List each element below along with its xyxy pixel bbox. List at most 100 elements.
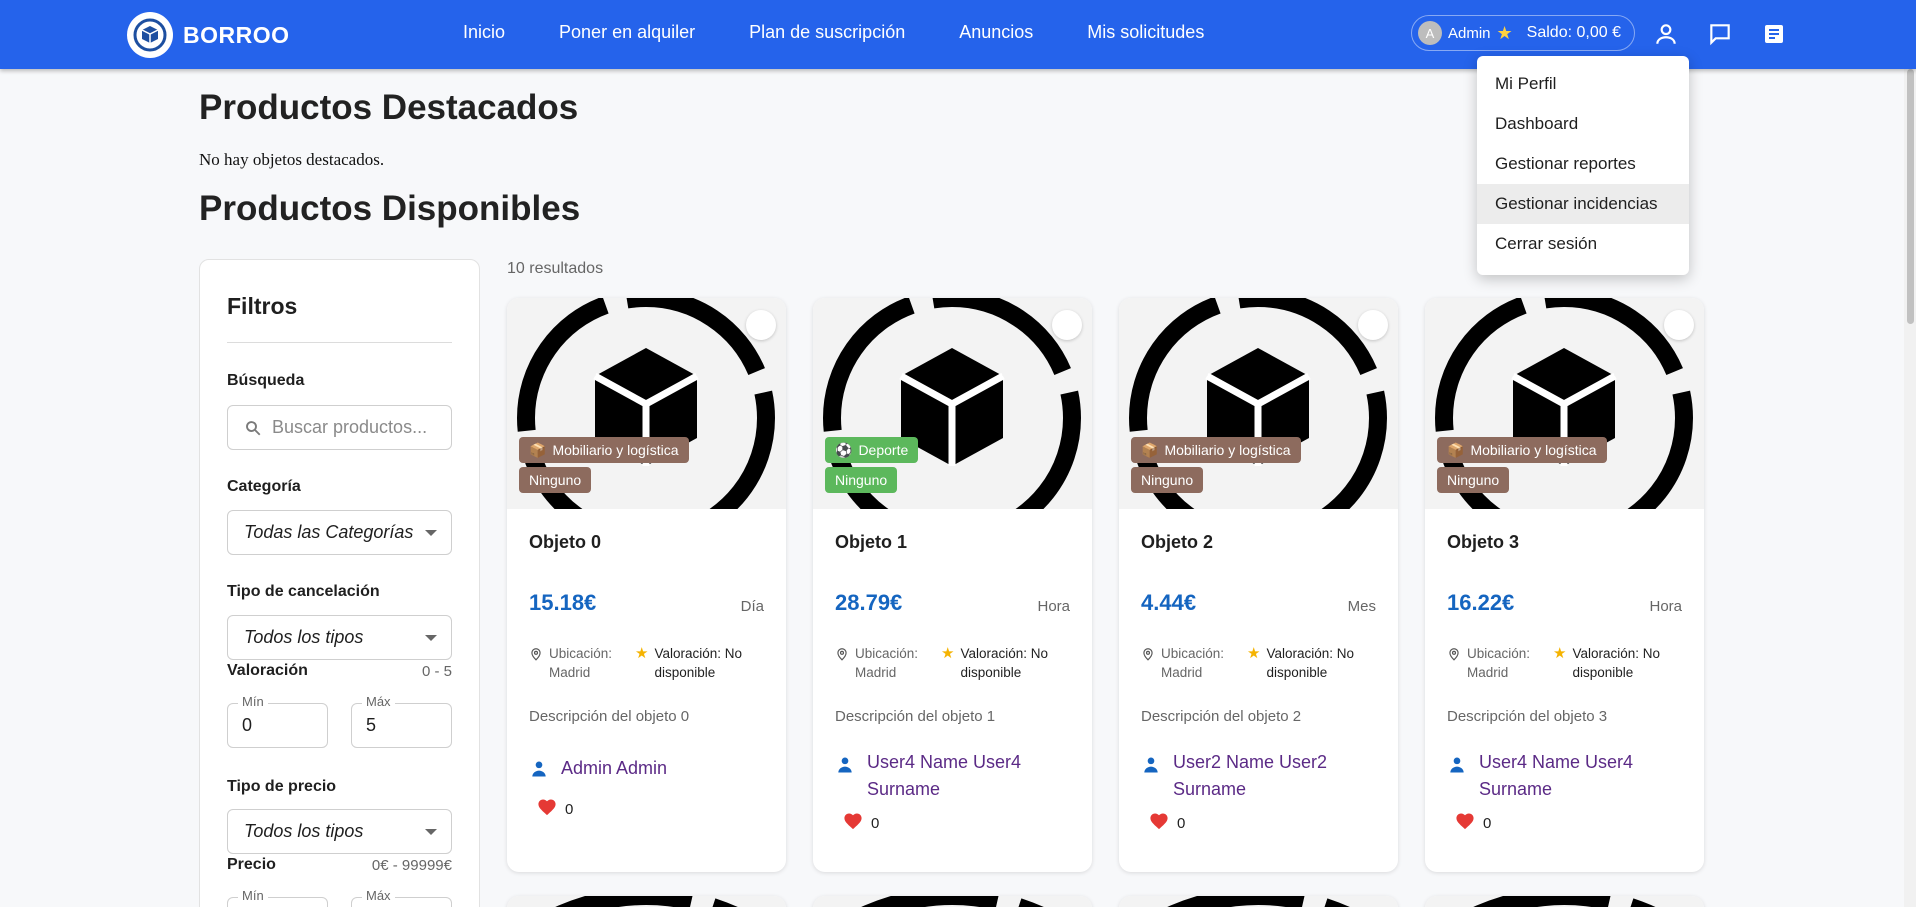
price-unit: Hora	[1649, 598, 1682, 615]
product-rating: ★ Valoración: No disponible	[635, 644, 742, 682]
menu-item-mi-perfil[interactable]: Mi Perfil	[1477, 64, 1689, 104]
user-name: Admin	[1448, 24, 1491, 42]
like-button[interactable]: 0	[1149, 812, 1185, 834]
product-title[interactable]: Objeto 3	[1447, 532, 1519, 553]
nav-link-plan-de-suscripcion[interactable]: Plan de suscripción	[749, 22, 905, 43]
profile-icon[interactable]	[1652, 20, 1680, 48]
category-select-value: Todas las Categorías	[244, 522, 414, 542]
owner-link[interactable]: Admin Admin	[529, 755, 761, 782]
product-image[interactable]: 📦 Mobiliario y logística Ninguno	[507, 298, 786, 509]
rating-value: disponible	[960, 665, 1022, 680]
menu-item-gestionar-incidencias[interactable]: Gestionar incidencias	[1477, 184, 1689, 224]
owner-link[interactable]: User2 Name User2 Surname	[1141, 749, 1373, 803]
main-nav: Inicio Poner en alquiler Plan de suscrip…	[463, 22, 1204, 43]
price-min-label: Mín	[238, 888, 268, 903]
product-card-next-row[interactable]	[1425, 896, 1704, 907]
rating-min-label: Mín	[238, 694, 268, 709]
product-title[interactable]: Objeto 0	[529, 532, 601, 553]
price-label: Precio	[227, 856, 276, 873]
price-min-input[interactable]: Mín	[227, 888, 328, 907]
star-icon: ★	[1247, 645, 1261, 662]
favorite-heart-icon[interactable]	[746, 310, 776, 340]
category-select[interactable]: Todas las Categorías	[227, 510, 452, 555]
product-rating: ★ Valoración: No disponible	[941, 644, 1048, 682]
like-button[interactable]: 0	[537, 798, 573, 820]
location-label: Ubicación:	[1467, 646, 1531, 661]
tag-chip: Ninguno	[1131, 467, 1204, 493]
rating-range: 0 - 5	[421, 663, 452, 680]
product-rating: ★ Valoración: No disponible	[1553, 644, 1660, 682]
product-card[interactable]: 📦 Mobiliario y logística Ninguno Objeto …	[1425, 298, 1704, 872]
menu-item-dashboard[interactable]: Dashboard	[1477, 104, 1689, 144]
product-location: Ubicación: Madrid	[529, 644, 612, 682]
product-location: Ubicación: Madrid	[1141, 644, 1224, 682]
page-scrollbar[interactable]	[1904, 69, 1916, 907]
owner-link[interactable]: User4 Name User4 Surname	[835, 749, 1067, 803]
product-card-next-row[interactable]	[813, 896, 1092, 907]
nav-link-poner-en-alquiler[interactable]: Poner en alquiler	[559, 22, 695, 43]
price-type-select[interactable]: Todos los tipos	[227, 809, 452, 854]
rating-value: disponible	[654, 665, 716, 680]
menu-item-cerrar-sesion[interactable]: Cerrar sesión	[1477, 224, 1689, 264]
price-max-input[interactable]: Máx	[351, 888, 452, 907]
favorite-heart-icon[interactable]	[1664, 310, 1694, 340]
filters-divider	[227, 342, 452, 343]
favorite-heart-icon[interactable]	[1358, 310, 1388, 340]
rating-value: disponible	[1266, 665, 1328, 680]
rating-max-input[interactable]: Máx 5	[351, 694, 452, 748]
owner-link[interactable]: User4 Name User4 Surname	[1447, 749, 1679, 803]
product-image[interactable]: 📦 Mobiliario y logística Ninguno	[1425, 298, 1704, 509]
owner-name-line1: User2 Name User2	[1173, 752, 1328, 772]
like-button[interactable]: 0	[843, 812, 879, 834]
nav-link-mis-solicitudes[interactable]: Mis solicitudes	[1087, 22, 1204, 43]
product-description: Descripción del objeto 1	[835, 708, 996, 725]
like-count: 0	[871, 814, 880, 832]
product-title[interactable]: Objeto 2	[1141, 532, 1213, 553]
product-card[interactable]: 📦 Mobiliario y logística Ninguno Objeto …	[507, 298, 786, 872]
search-input[interactable]: Buscar productos...	[227, 405, 452, 450]
star-icon: ★	[1553, 645, 1567, 662]
notes-icon[interactable]	[1760, 20, 1788, 48]
product-card[interactable]: ⚽ Deporte Ninguno Objeto 1 28.79€ Hora U…	[813, 298, 1092, 872]
user-menu-toggle[interactable]: A Admin ★ Saldo: 0,00 €	[1411, 15, 1635, 51]
scrollbar-thumb[interactable]	[1907, 69, 1914, 324]
like-button[interactable]: 0	[1455, 812, 1491, 834]
nav-link-anuncios[interactable]: Anuncios	[959, 22, 1033, 43]
owner-name-line1: User4 Name User4	[1479, 752, 1634, 772]
tag-chip: Ninguno	[519, 467, 592, 493]
location-pin-icon	[1143, 648, 1153, 661]
product-card-next-row[interactable]	[507, 896, 786, 907]
cancellation-select[interactable]: Todos los tipos	[227, 615, 452, 660]
chevron-down-icon	[425, 635, 437, 641]
heart-icon	[1455, 812, 1475, 834]
rating-min-input[interactable]: Mín 0	[227, 694, 328, 748]
product-description: Descripción del objeto 0	[529, 708, 690, 725]
favorite-heart-icon[interactable]	[1052, 310, 1082, 340]
chat-icon[interactable]	[1706, 20, 1734, 48]
filters-panel: Filtros Búsqueda Buscar productos... Cat…	[199, 259, 480, 907]
product-title[interactable]: Objeto 1	[835, 532, 907, 553]
menu-item-gestionar-reportes[interactable]: Gestionar reportes	[1477, 144, 1689, 184]
product-card[interactable]: 📦 Mobiliario y logística Ninguno Objeto …	[1119, 298, 1398, 872]
product-location: Ubicación: Madrid	[835, 644, 918, 682]
person-icon	[1450, 757, 1464, 773]
avatar: A	[1418, 21, 1442, 45]
location-label: Ubicación:	[1161, 646, 1225, 661]
product-price: 16.22€	[1447, 590, 1515, 615]
location-pin-icon	[1449, 648, 1459, 661]
product-description: Descripción del objeto 2	[1141, 708, 1302, 725]
product-description: Descripción del objeto 3	[1447, 708, 1608, 725]
category-chip-label: Mobiliario y logística	[1164, 442, 1291, 458]
search-icon	[246, 420, 261, 435]
featured-title: Productos Destacados	[199, 88, 579, 127]
star-icon: ★	[941, 645, 955, 662]
product-image[interactable]: ⚽ Deporte Ninguno	[813, 298, 1092, 509]
nav-link-inicio[interactable]: Inicio	[463, 22, 505, 43]
box-emoji-icon: 📦	[529, 441, 547, 458]
location-label: Ubicación:	[855, 646, 919, 661]
user-dropdown-menu: Mi Perfil Dashboard Gestionar reportes G…	[1477, 56, 1689, 275]
product-card-next-row[interactable]	[1119, 896, 1398, 907]
rating-max-label: Máx	[362, 694, 395, 709]
product-image[interactable]: 📦 Mobiliario y logística Ninguno	[1119, 298, 1398, 509]
brand[interactable]: BORROO	[127, 12, 290, 58]
